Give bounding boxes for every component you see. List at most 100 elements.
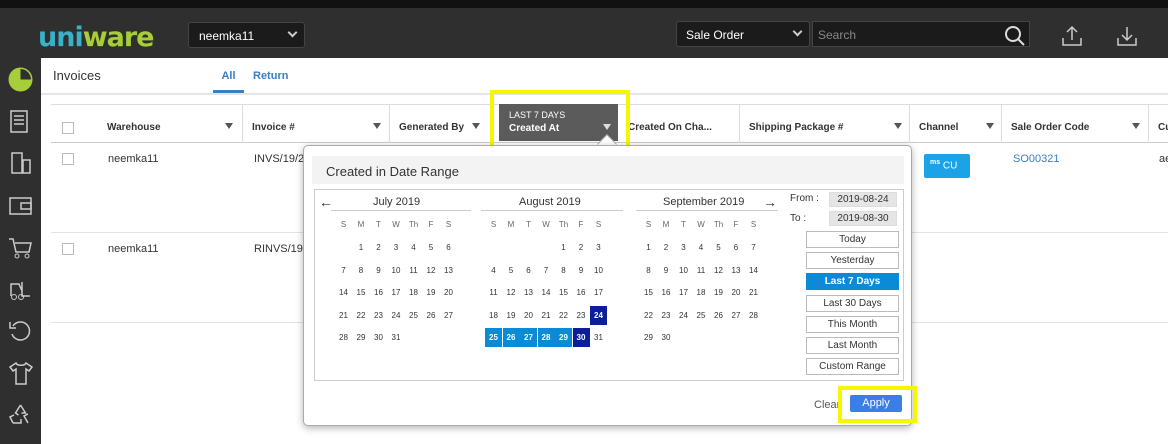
unware-logo[interactable]: uniware [38,22,154,53]
calendar-day[interactable]: 26 [710,306,727,325]
col-generated-by[interactable]: Generated By [389,105,489,143]
calendar-day[interactable]: 4 [693,238,710,257]
calendar-day[interactable]: 7 [335,261,352,280]
upload-icon[interactable] [1060,24,1084,48]
calendar-day[interactable]: 19 [423,283,440,302]
col-shipping-package[interactable]: Shipping Package # [739,105,909,143]
calendar-day[interactable]: 21 [745,283,762,302]
filter-icon[interactable] [1132,123,1140,129]
calendar-day[interactable]: 12 [710,261,727,280]
calendar-day[interactable]: 29 [555,328,572,347]
calendar-day[interactable]: 20 [440,283,457,302]
calendar-day[interactable]: 31 [590,328,607,347]
row-checkbox[interactable] [62,243,74,255]
calendar-day[interactable]: 23 [573,306,590,325]
col-channel[interactable]: Channel [909,105,1001,143]
calendar-day[interactable]: 31 [388,328,405,347]
calendar-day[interactable]: 22 [353,306,370,325]
search-input[interactable]: Search [812,21,1030,47]
calendar-day[interactable]: 5 [423,238,440,257]
dashboard-pie-icon[interactable] [7,66,34,93]
calendar-day[interactable]: 6 [520,261,537,280]
calendar-day[interactable]: 30 [370,328,387,347]
returns-icon[interactable] [7,318,34,345]
range-custom-range-button[interactable]: Custom Range [806,358,899,376]
calendar-day[interactable]: 10 [675,261,692,280]
calendar-day[interactable]: 27 [728,306,745,325]
range-today-button[interactable]: Today [806,231,899,248]
calendar-day[interactable]: 17 [590,283,607,302]
calendar-day[interactable]: 18 [485,306,502,325]
calendar-day[interactable]: 12 [423,261,440,280]
calendar-day[interactable]: 6 [728,238,745,257]
from-date-input[interactable]: 2019-08-24 [829,192,897,207]
row-checkbox[interactable] [62,153,74,165]
calendar-day[interactable]: 25 [485,328,502,347]
calendar-day[interactable]: 29 [353,328,370,347]
calendar-day[interactable]: 3 [675,238,692,257]
filter-icon[interactable] [894,123,902,129]
calendar-day[interactable]: 9 [573,261,590,280]
calendar-day[interactable]: 24 [590,305,607,325]
calendar-day[interactable]: 28 [537,328,555,347]
search-icon[interactable] [1003,24,1027,48]
shirt-icon[interactable] [7,360,34,387]
calendar-day[interactable]: 4 [485,261,502,280]
calendar-day[interactable]: 24 [388,306,405,325]
mobile-icon[interactable] [7,150,34,177]
calendar-day[interactable]: 19 [710,283,727,302]
calendar-day[interactable]: 13 [520,283,537,302]
orders-list-icon[interactable] [7,108,34,135]
filter-icon[interactable] [472,123,480,129]
calendar-day[interactable]: 11 [405,261,422,280]
next-month-icon[interactable]: → [763,194,777,210]
tab-all[interactable]: All [213,58,244,93]
calendar-day[interactable]: 30 [658,328,675,347]
to-date-input[interactable]: 2019-08-30 [829,211,897,226]
download-icon[interactable] [1115,24,1139,48]
select-all-checkbox[interactable] [62,122,74,134]
calendar-day[interactable]: 3 [590,238,607,257]
calendar-day[interactable]: 10 [388,261,405,280]
calendar-day[interactable]: 12 [503,283,520,302]
calendar-day[interactable]: 20 [520,306,537,325]
calendar-day[interactable]: 7 [538,261,555,280]
calendar-day[interactable]: 5 [710,238,727,257]
calendar-day[interactable]: 26 [423,306,440,325]
recycle-icon[interactable] [7,402,34,429]
range-yesterday-button[interactable]: Yesterday [806,252,899,270]
calendar-day[interactable]: 17 [675,283,692,302]
range-last-7-days-button[interactable]: Last 7 Days [806,273,899,291]
calendar-day[interactable]: 30 [572,328,590,347]
cart-icon[interactable] [7,234,34,261]
range-this-month-button[interactable]: This Month [806,315,899,333]
calendar-day[interactable]: 15 [353,283,370,302]
calendar-day[interactable]: 23 [370,306,387,325]
calendar-day[interactable]: 4 [405,238,422,257]
calendar-day[interactable]: 27 [440,306,457,325]
calendar-day[interactable]: 25 [405,306,422,325]
calendar-day[interactable]: 23 [658,306,675,325]
calendar-day[interactable]: 14 [745,261,762,280]
calendar-day[interactable]: 26 [502,328,520,347]
calendar-day[interactable]: 13 [440,261,457,280]
search-scope-dropdown[interactable]: Sale Order [676,21,810,47]
calendar-day[interactable]: 14 [335,283,352,302]
calendar-day[interactable]: 1 [640,238,657,257]
col-invoice[interactable]: Invoice # [242,105,389,143]
calendar-day[interactable]: 9 [658,261,675,280]
calendar-day[interactable]: 28 [745,306,762,325]
range-last-month-button[interactable]: Last Month [806,337,899,354]
calendar-day[interactable]: 18 [693,283,710,302]
calendar-day[interactable]: 2 [370,238,387,257]
filter-icon[interactable] [225,123,233,129]
calendar-day[interactable]: 8 [555,261,572,280]
calendar-day[interactable]: 19 [503,306,520,325]
calendar-day[interactable]: 8 [353,261,370,280]
filter-icon[interactable] [373,123,381,129]
calendar-day[interactable]: 24 [675,306,692,325]
calendar-day[interactable]: 1 [353,238,370,257]
calendar-day[interactable]: 11 [693,261,710,280]
range-last-30-days-button[interactable]: Last 30 Days [806,294,899,312]
calendar-day[interactable]: 6 [440,238,457,257]
